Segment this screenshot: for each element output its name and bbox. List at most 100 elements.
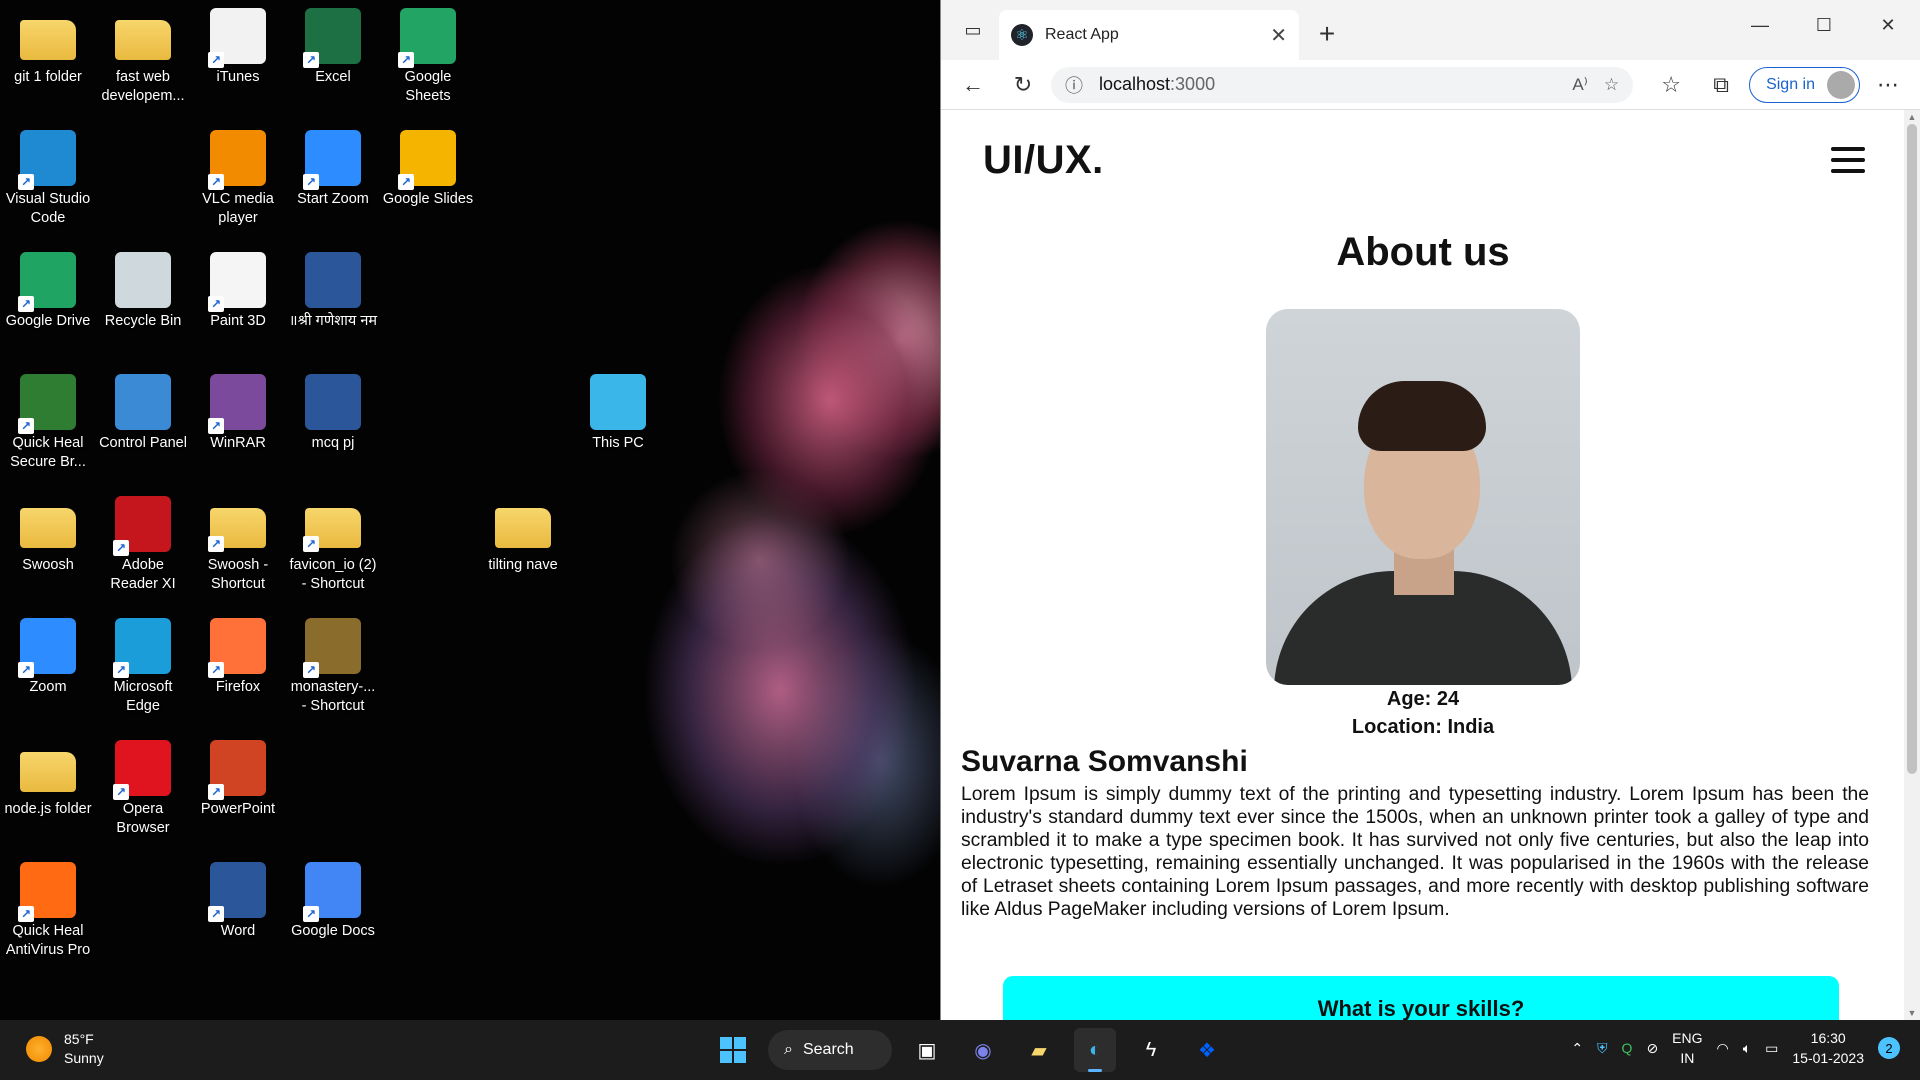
about-heading: About us — [1336, 230, 1510, 274]
scroll-down-arrow[interactable]: ▼ — [1904, 1006, 1920, 1020]
shortcut-arrow-icon: ↗ — [208, 662, 224, 678]
volume-icon[interactable]: 🔈︎ — [1743, 1040, 1751, 1057]
favorites-icon[interactable]: ☆ — [1649, 65, 1693, 105]
desktop-icon[interactable]: ↗ favicon_io (2) - Shortcut — [287, 496, 379, 594]
maximize-button[interactable]: ☐ — [1792, 0, 1856, 50]
sign-in-button[interactable]: Sign in — [1749, 66, 1860, 103]
page-scrollbar[interactable]: ▲ ▼ — [1904, 110, 1920, 1020]
refresh-button[interactable]: ↻ — [1001, 65, 1045, 105]
shortcut-arrow-icon: ↗ — [398, 52, 414, 68]
desktop-icon[interactable]: ↗ Paint 3D — [192, 252, 284, 331]
clock[interactable]: 16:30 15-01-2023 — [1792, 1028, 1864, 1068]
desktop-icon[interactable]: fast web developem... — [97, 8, 189, 106]
read-aloud-icon[interactable]: A⁾ — [1572, 75, 1588, 95]
desktop-icon[interactable]: mcq pj — [287, 374, 379, 453]
weather-desc: Sunny — [64, 1050, 104, 1066]
wifi-icon[interactable]: ◠ — [1717, 1040, 1729, 1057]
tab-react-app[interactable]: ⚛ React App ✕ — [999, 10, 1299, 60]
edge-taskbar-icon[interactable]: ◐ — [1074, 1028, 1116, 1072]
desktop-icon[interactable]: ↗ PowerPoint — [192, 740, 284, 819]
hamburger-menu-icon[interactable] — [1831, 147, 1865, 173]
weather-widget[interactable]: 85°F Sunny — [26, 1030, 104, 1068]
task-view-icon[interactable]: ▣ — [906, 1028, 948, 1072]
desktop-icon[interactable]: ↗ Excel — [287, 8, 379, 87]
scroll-up-arrow[interactable]: ▲ — [1904, 110, 1920, 124]
desktop-icon-label: Adobe Reader XI — [110, 557, 176, 592]
show-hidden-icons-icon[interactable]: ⌃ — [1571, 1040, 1583, 1057]
battery-icon[interactable]: ▭ — [1765, 1040, 1778, 1057]
desktop: git 1 folder fast web developem... ↗ iTunes… — [0, 0, 940, 1020]
scrollbar-thumb[interactable] — [1907, 124, 1917, 774]
terminal-app-icon[interactable]: ϟ — [1130, 1028, 1172, 1072]
close-tab-icon[interactable]: ✕ — [1270, 23, 1287, 48]
opera-icon: ↗ — [113, 740, 171, 800]
desktop-icon-label: Opera Browser — [116, 801, 170, 836]
minimize-button[interactable]: — — [1728, 0, 1792, 50]
desktop-icon-label: VLC media player — [202, 191, 274, 226]
desktop-icon[interactable]: ↗ Zoom — [2, 618, 94, 697]
desktop-icon[interactable]: ↗ Google Slides — [382, 130, 474, 209]
desktop-icon[interactable]: Recycle Bin — [97, 252, 189, 331]
desktop-icon[interactable]: Control Panel — [97, 374, 189, 453]
desktop-icon[interactable]: ↗ Word — [192, 862, 284, 941]
window-controls: — ☐ ✕ — [1728, 0, 1920, 50]
dropbox-icon[interactable]: ❖ — [1186, 1028, 1228, 1072]
quickheal-browser-icon: ↗ — [18, 374, 76, 434]
paint3d-icon: ↗ — [208, 252, 266, 312]
desktop-icon-label: fast web developem... — [101, 69, 185, 104]
desktop-icon[interactable]: ↗ Visual Studio Code — [2, 130, 94, 228]
desktop-icon[interactable]: ↗ Google Docs — [287, 862, 379, 941]
desktop-icon[interactable]: ↗ Microsoft Edge — [97, 618, 189, 716]
desktop-icon[interactable]: ↗ iTunes — [192, 8, 284, 87]
url-text[interactable]: localhost:3000 — [1099, 74, 1556, 95]
desktop-icon[interactable]: ↗ Quick Heal AntiVirus Pro — [2, 862, 94, 960]
desktop-icon[interactable]: ↗ Google Sheets — [382, 8, 474, 106]
close-window-button[interactable]: ✕ — [1856, 0, 1920, 50]
desktop-icon-label: iTunes — [216, 69, 260, 85]
notification-badge[interactable]: 2 — [1878, 1037, 1900, 1059]
desktop-icon[interactable]: ↗ Opera Browser — [97, 740, 189, 838]
excel-icon: ↗ — [303, 8, 361, 68]
desktop-icon[interactable]: ॥श्री गणेशाय नम — [287, 252, 379, 331]
desktop-icon-label: Google Drive — [5, 313, 91, 329]
desktop-icon[interactable]: ↗ Swoosh - Shortcut — [192, 496, 284, 594]
new-tab-button[interactable]: + — [1307, 14, 1347, 54]
system-tray: ⌃ ⛨ Q ⊘ ENG IN ◠ 🔈︎ ▭ 16:30 15-01-2023 2 — [1571, 1028, 1900, 1068]
desktop-icon[interactable]: ↗ Google Drive — [2, 252, 94, 331]
address-bar[interactable]: ⓘ localhost:3000 A⁾ ☆ — [1051, 66, 1634, 103]
desktop-icon[interactable]: tilting nave — [477, 496, 569, 575]
desktop-icon[interactable]: ↗ Firefox — [192, 618, 284, 697]
desktop-icon[interactable]: ↗ VLC media player — [192, 130, 284, 228]
vscode-icon: ↗ — [18, 130, 76, 190]
desktop-icon[interactable]: ↗ monastery-... - Shortcut — [287, 618, 379, 716]
desktop-icon[interactable]: ↗ Start Zoom — [287, 130, 379, 209]
site-logo[interactable]: UI/UX. — [983, 138, 1104, 183]
site-info-icon[interactable]: ⓘ — [1065, 72, 1083, 98]
lang-code: ENG — [1672, 1030, 1703, 1046]
add-favorite-icon[interactable]: ☆ — [1604, 75, 1619, 95]
powerpoint-icon: ↗ — [208, 740, 266, 800]
back-button[interactable]: ← — [951, 65, 995, 105]
taskbar-search[interactable]: ⌕ Search — [768, 1030, 892, 1070]
quickheal-tray-icon[interactable]: Q — [1622, 1040, 1633, 1056]
start-button[interactable] — [712, 1028, 754, 1072]
teams-chat-icon[interactable]: ◉ — [962, 1028, 1004, 1072]
google-sheets-icon: ↗ — [398, 8, 456, 68]
desktop-icon[interactable]: git 1 folder — [2, 8, 94, 87]
language-indicator[interactable]: ENG IN — [1672, 1028, 1702, 1068]
tab-actions-button[interactable]: ▭ — [955, 12, 991, 48]
desktop-icon[interactable]: node.js folder — [2, 740, 94, 819]
desktop-icon[interactable]: Swoosh — [2, 496, 94, 575]
desktop-icon[interactable]: This PC — [572, 374, 664, 453]
more-options-icon[interactable]: ⋯ — [1866, 65, 1910, 105]
desktop-icon[interactable]: ↗ Adobe Reader XI — [97, 496, 189, 594]
desktop-icon[interactable]: ↗ WinRAR — [192, 374, 284, 453]
security-shield-icon[interactable]: ⛨ — [1597, 1040, 1608, 1057]
shortcut-arrow-icon: ↗ — [208, 906, 224, 922]
desktop-icon[interactable]: ↗ Quick Heal Secure Br... — [2, 374, 94, 472]
network-offline-icon[interactable]: ⊘ — [1646, 1040, 1658, 1057]
collections-icon[interactable]: ⧉ — [1699, 65, 1743, 105]
shortcut-arrow-icon: ↗ — [18, 296, 34, 312]
firefox-icon: ↗ — [208, 618, 266, 678]
file-explorer-icon[interactable]: ▰ — [1018, 1028, 1060, 1072]
